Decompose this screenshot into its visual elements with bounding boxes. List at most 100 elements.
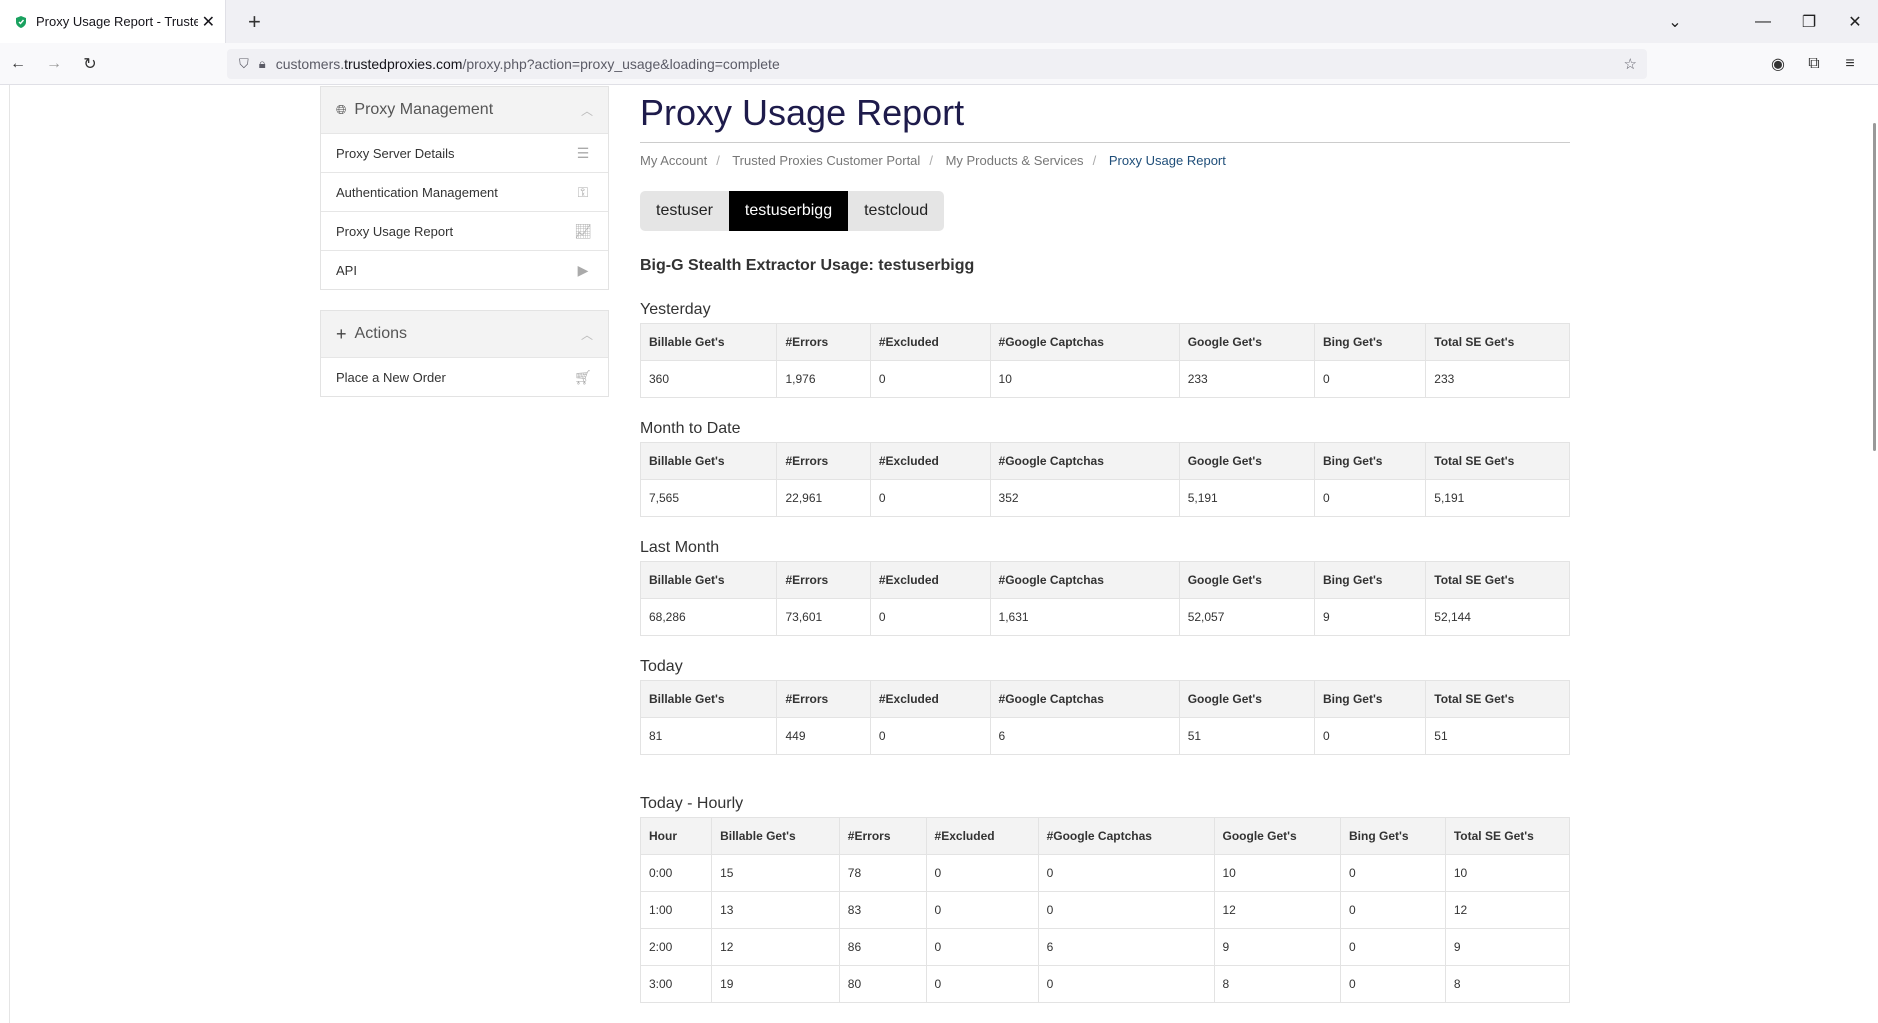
table-cell: 0 [925, 928, 1039, 966]
table-cell: 10 [989, 360, 1180, 398]
column-header: Google Get's [1178, 680, 1315, 718]
table-row: 2:00 12 86 0 6 9 0 9 [639, 928, 1571, 966]
table-cell: 12 [711, 928, 840, 966]
table-row: 68,286 73,601 0 1,631 52,057 9 52,144 [639, 598, 1570, 636]
table-cell: 10 [1444, 854, 1571, 892]
column-header: Billable Get's [639, 442, 778, 480]
extensions-icon[interactable]: ⧉ [1796, 55, 1832, 73]
forward-icon[interactable]: → [36, 55, 72, 73]
menu-icon[interactable]: ≡ [1832, 55, 1868, 73]
usage-table: Billable Get's #Errors #Excluded #Google Ca… [639, 680, 1570, 755]
table-cell: 9 [1444, 928, 1571, 966]
column-header: Bing Get's [1313, 323, 1427, 361]
column-header: #Excluded [925, 817, 1039, 855]
table-row: 1:00 13 83 0 0 12 0 12 [639, 891, 1571, 929]
table-cell: 68,286 [639, 598, 778, 636]
column-header: Total SE Get's [1425, 561, 1570, 599]
column-header: #Google Captchas [989, 561, 1180, 599]
table-cell: 0 [1037, 965, 1215, 1003]
new-tab-icon[interactable]: + [248, 9, 261, 35]
back-icon[interactable]: ← [0, 55, 36, 73]
globe-icon: 🌐︎ [336, 102, 347, 117]
proxy-management-panel: 🌐︎ Proxy Management ︿ Proxy Server Detai… [320, 86, 609, 290]
table-cell: 0 [1340, 854, 1446, 892]
tab-testcloud[interactable]: testcloud [848, 191, 944, 231]
table-row: 81 449 0 6 51 0 51 [639, 717, 1570, 755]
sidebar-item-proxy-usage-report[interactable]: Proxy Usage Report 📈︎ [321, 211, 608, 250]
restore-icon[interactable]: ❐ [1786, 12, 1832, 32]
sidebar-item-authentication-management[interactable]: Authentication Management ⚿ [321, 172, 608, 211]
usage-table: Billable Get's #Errors #Excluded #Google Ca… [639, 442, 1570, 517]
sidebar-item-place-new-order[interactable]: Place a New Order 🛒︎ [321, 357, 608, 396]
chevron-up-icon[interactable]: ︿ [581, 102, 593, 119]
column-header: #Excluded [869, 323, 991, 361]
table-cell: 8 [1213, 965, 1342, 1003]
tab-testuserbigg[interactable]: testuserbigg [728, 191, 849, 231]
table-header-row: Billable Get's #Errors #Excluded #Google Ca… [639, 680, 1570, 718]
user-tabs: testuser testuserbigg testcloud [640, 191, 945, 231]
breadcrumb-portal[interactable]: Trusted Proxies Customer Portal [732, 153, 920, 168]
column-header: Google Get's [1178, 561, 1315, 599]
column-header: Bing Get's [1313, 680, 1427, 718]
chevron-up-icon[interactable]: ︿ [581, 326, 593, 343]
scrollbar[interactable] [1868, 85, 1878, 1023]
table-cell: 7,565 [639, 479, 778, 517]
table-cell: 51 [1178, 717, 1315, 755]
lock-icon[interactable]: 🔒︎ [259, 56, 266, 72]
table-header-row: Billable Get's #Errors #Excluded #Google Ca… [639, 442, 1570, 480]
table-cell: 13 [711, 891, 840, 929]
column-header: #Excluded [869, 442, 991, 480]
panel-title: Proxy Management [354, 101, 494, 118]
tab-testuser[interactable]: testuser [640, 191, 729, 231]
bookmark-star-icon[interactable]: ☆ [1624, 55, 1637, 73]
close-window-icon[interactable]: ✕ [1832, 12, 1878, 32]
table-cell: 0 [1313, 479, 1427, 517]
table-cell: 360 [639, 360, 778, 398]
browser-tab[interactable]: Proxy Usage Report - Trusted Pr ✕ [0, 0, 226, 43]
table-cell: 12 [1444, 891, 1571, 929]
table-cell: 2:00 [639, 928, 713, 966]
sidebar: 🌐︎ Proxy Management ︿ Proxy Server Detai… [320, 86, 609, 417]
column-header: #Google Captchas [989, 680, 1180, 718]
close-tab-icon[interactable]: ✕ [202, 12, 215, 32]
hourly-table: Hour Billable Get's #Errors #Excluded #Googl… [639, 817, 1571, 1003]
column-header: Hour [639, 817, 713, 855]
shield-favicon-icon [16, 15, 26, 28]
window-controls: ⌄ — ❐ ✕ [1652, 0, 1878, 43]
url-bar[interactable]: ⛉ 🔒︎ customers.trustedproxies.com/proxy.… [227, 49, 1647, 79]
column-header: Billable Get's [711, 817, 840, 855]
table-cell: 22,961 [776, 479, 871, 517]
table-cell: 9 [1313, 598, 1427, 636]
table-cell: 0 [869, 717, 991, 755]
sidebar-item-proxy-server-details[interactable]: Proxy Server Details ☰ [321, 133, 608, 172]
table-cell: 233 [1178, 360, 1315, 398]
table-cell: 10 [1213, 854, 1342, 892]
tracking-shield-icon[interactable]: ⛉ [239, 56, 249, 72]
column-header: #Errors [776, 680, 871, 718]
sidebar-item-api[interactable]: API ▶ [321, 250, 608, 289]
minimize-icon[interactable]: — [1740, 13, 1786, 31]
section-title: Month to Date [640, 420, 741, 437]
key-icon: ⚿ [577, 183, 589, 200]
column-header: #Excluded [869, 561, 991, 599]
account-icon[interactable]: ◉ [1760, 54, 1796, 74]
table-cell: 51 [1425, 717, 1570, 755]
breadcrumb-my-account[interactable]: My Account [640, 153, 707, 168]
scrollbar-thumb[interactable] [1873, 123, 1876, 451]
table-cell: 0 [1037, 891, 1215, 929]
reload-icon[interactable]: ↻ [72, 54, 108, 74]
browser-navbar: ← → ↻ ⛉ 🔒︎ customers.trustedproxies.com/… [0, 43, 1878, 85]
table-cell: 0 [925, 891, 1039, 929]
breadcrumb: My Account / Trusted Proxies Customer Por… [640, 153, 1226, 168]
table-cell: 3:00 [639, 965, 713, 1003]
table-cell: 73,601 [776, 598, 871, 636]
list-tabs-icon[interactable]: ⌄ [1652, 12, 1698, 32]
table-cell: 52,057 [1178, 598, 1315, 636]
section-title: Last Month [640, 539, 720, 556]
actions-header[interactable]: + Actions ︿ [321, 311, 608, 357]
breadcrumb-products[interactable]: My Products & Services [946, 153, 1084, 168]
usage-heading: Big-G Stealth Extractor Usage: testuserb… [640, 257, 975, 274]
proxy-management-header[interactable]: 🌐︎ Proxy Management ︿ [321, 87, 608, 133]
panel-title: Actions [354, 325, 407, 342]
column-header: #Excluded [869, 680, 991, 718]
